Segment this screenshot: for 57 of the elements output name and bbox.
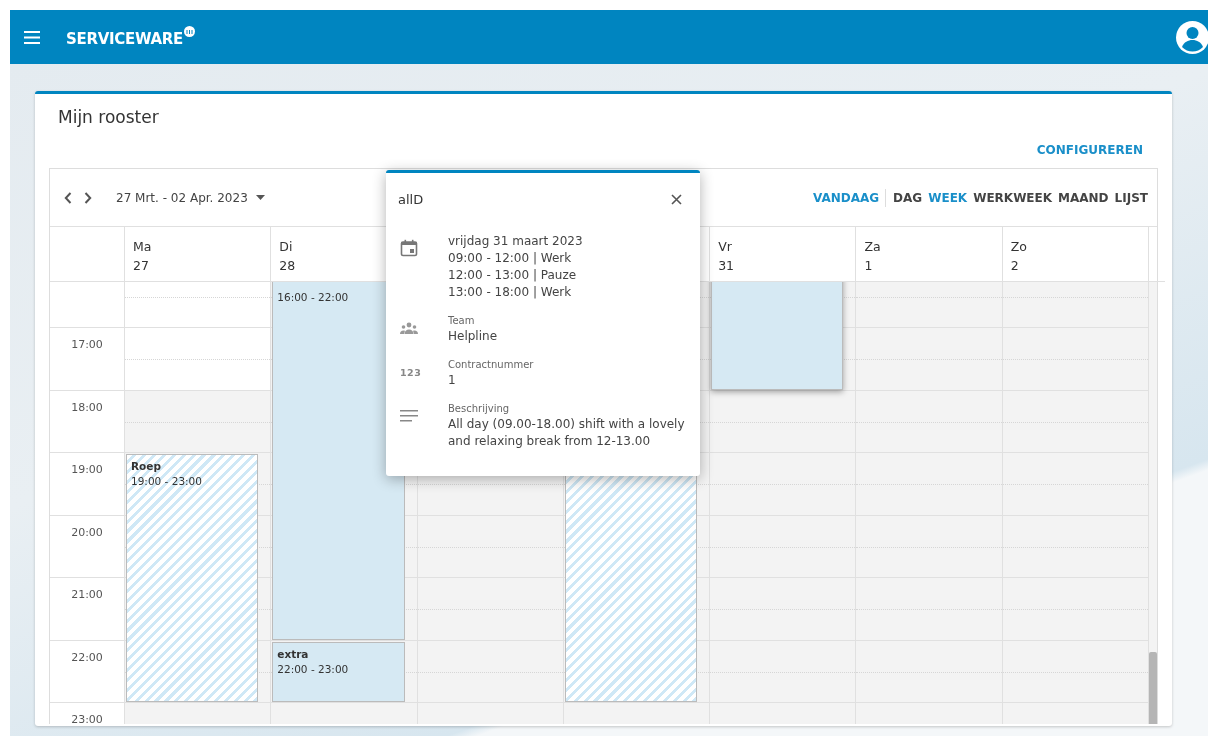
detail-text: All day (09.00-18.00) shift with a lovely and relaxing break from 12-13.00 [448, 416, 686, 451]
day-date: 31 [718, 257, 736, 276]
text-lines-icon [400, 409, 418, 422]
chevron-left-icon [64, 191, 72, 204]
date-range-text: 27 Mrt. - 02 Apr. 2023 [116, 189, 248, 207]
date-range-dropdown[interactable]: 27 Mrt. - 02 Apr. 2023 [110, 187, 271, 208]
day-date: 2 [1010, 257, 1020, 276]
menu-icon[interactable] [24, 30, 40, 44]
detail-label: Team [448, 314, 476, 329]
day-date: 27 [133, 257, 150, 276]
time-label: 22:00 [71, 650, 103, 664]
today-button[interactable]: VANDAAG [809, 188, 887, 207]
view-tab[interactable]: DAG [890, 188, 926, 207]
event-title: Roep [131, 459, 162, 475]
close-icon [671, 193, 682, 205]
shift-event[interactable]: extra 22:00 - 23:00 [272, 641, 405, 703]
time-label: 17:00 [71, 338, 103, 352]
day-name: Di [279, 238, 294, 257]
time-label: 21:00 [71, 588, 103, 602]
day-name: Za [864, 238, 882, 257]
detail-text: 09:00 - 12:00 | Werk [448, 250, 573, 268]
detail-text: 1 [448, 372, 457, 390]
view-tab[interactable]: LIJST [1111, 188, 1151, 207]
user-avatar-icon[interactable] [1176, 20, 1208, 54]
chevron-right-icon [84, 191, 92, 204]
detail-text: vrijdag 31 maart 2023 [448, 233, 583, 251]
detail-text: 12:00 - 13:00 | Pauze [448, 267, 578, 285]
shift-event[interactable]: Roep 19:00 - 23:00 [126, 454, 259, 703]
detail-label: Contractnummer [448, 358, 534, 373]
time-label: 20:00 [71, 525, 103, 539]
detail-text: Helpline [448, 328, 497, 346]
time-label: 19:00 [71, 463, 103, 477]
event-title: extra [277, 646, 310, 662]
logo-text: SERVICEWARE [66, 28, 184, 50]
people-icon [400, 321, 418, 334]
event-time: 16:00 - 22:00 [277, 290, 349, 303]
popup-title: allD [398, 190, 424, 209]
day-date: 1 [864, 257, 874, 276]
day-name: Vr [718, 238, 733, 257]
time-label: 18:00 [71, 400, 103, 414]
page-title: Mijn rooster [58, 107, 160, 128]
calendar-icon [400, 238, 418, 257]
close-button[interactable] [669, 191, 684, 207]
caret-icon [255, 195, 265, 201]
event-time: 22:00 - 23:00 [277, 662, 349, 675]
view-tab[interactable]: MAAND [1055, 188, 1112, 207]
view-tab[interactable]: WERKWEEK [970, 188, 1056, 207]
event-time: 19:00 - 23:00 [131, 475, 202, 488]
logo-mark-icon [184, 25, 196, 37]
day-date: 28 [279, 257, 297, 276]
day-name: Ma [133, 238, 153, 257]
detail-label: Beschrijving [448, 402, 511, 417]
view-tab[interactable]: WEEK [925, 188, 971, 207]
detail-text: 13:00 - 18:00 | Werk [448, 284, 573, 302]
day-name: Zo [1010, 238, 1028, 257]
time-label: 23:00 [71, 713, 103, 725]
configure-link[interactable]: CONFIGUREREN [1036, 141, 1143, 160]
